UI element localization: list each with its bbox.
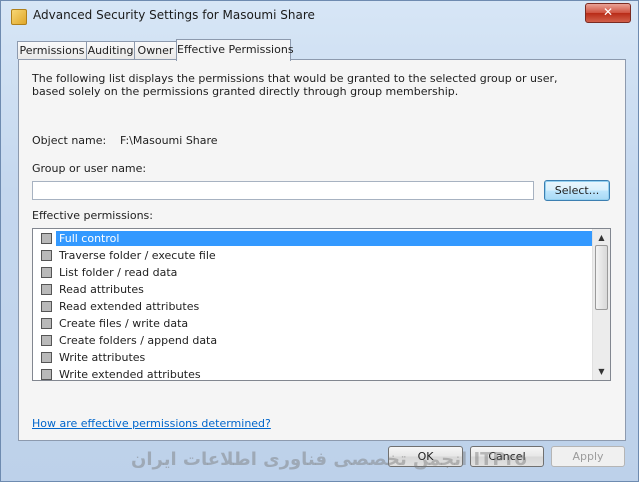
tab-owner[interactable]: Owner: [134, 41, 177, 59]
effective-permissions-list[interactable]: Full control Traverse folder / execute f…: [32, 228, 611, 381]
group-or-user-field[interactable]: [32, 181, 534, 200]
permission-checkbox[interactable]: [41, 250, 52, 261]
permission-label: Write attributes: [59, 351, 146, 364]
permission-label: Write extended attributes: [59, 368, 201, 381]
vertical-scrollbar[interactable]: ▲ ▼: [592, 229, 610, 380]
description-text: The following list displays the permissi…: [32, 72, 558, 98]
watermark-text: انجمن تخصصی فناوری اطلاعات ایران ITPro: [131, 449, 527, 470]
scroll-thumb[interactable]: [595, 245, 608, 310]
permission-checkbox[interactable]: [41, 335, 52, 346]
permission-checkbox[interactable]: [41, 352, 52, 363]
list-item-create-files[interactable]: Create files / write data: [39, 315, 591, 332]
select-button[interactable]: Select...: [544, 180, 610, 201]
list-item-create-folders[interactable]: Create folders / append data: [39, 332, 591, 349]
list-item-read-attributes[interactable]: Read attributes: [39, 281, 591, 298]
permission-checkbox[interactable]: [41, 284, 52, 295]
tab-permissions[interactable]: Permissions: [17, 41, 87, 59]
permission-label: Create files / write data: [59, 317, 189, 330]
close-button[interactable]: ✕: [585, 3, 631, 23]
effective-permissions-label: Effective permissions:: [32, 209, 153, 222]
permission-checkbox[interactable]: [41, 301, 52, 312]
list-item-full-control[interactable]: Full control: [39, 230, 595, 247]
list-item-list-folder[interactable]: List folder / read data: [39, 264, 591, 281]
tab-auditing[interactable]: Auditing: [86, 41, 135, 59]
group-or-user-label: Group or user name:: [32, 162, 147, 175]
permission-checkbox[interactable]: [41, 233, 52, 244]
permission-label: Create folders / append data: [59, 334, 218, 347]
permission-label: Full control: [56, 231, 595, 246]
close-icon: ✕: [602, 5, 614, 19]
effective-permissions-panel: The following list displays the permissi…: [18, 59, 626, 441]
tab-effective-permissions[interactable]: Effective Permissions: [176, 39, 294, 61]
apply-button[interactable]: Apply: [551, 446, 625, 467]
scroll-down-arrow-icon[interactable]: ▼: [593, 363, 610, 380]
permission-checkbox[interactable]: [41, 318, 52, 329]
advanced-security-settings-window: Advanced Security Settings for Masoumi S…: [0, 0, 639, 482]
list-item-read-extended-attributes[interactable]: Read extended attributes: [39, 298, 591, 315]
title-bar: Advanced Security Settings for Masoumi S…: [1, 1, 638, 31]
scroll-up-arrow-icon[interactable]: ▲: [593, 229, 610, 246]
help-link[interactable]: How are effective permissions determined…: [32, 417, 271, 430]
permission-label: Read attributes: [59, 283, 144, 296]
permission-checkbox[interactable]: [41, 369, 52, 380]
object-name-label: Object name:: [32, 134, 107, 147]
list-item-write-attributes[interactable]: Write attributes: [39, 349, 591, 366]
folder-icon: [11, 9, 27, 25]
list-item-write-extended-attributes[interactable]: Write extended attributes: [39, 366, 591, 381]
permission-checkbox[interactable]: [41, 267, 52, 278]
object-name-value: F:\Masoumi Share: [120, 134, 218, 147]
window-title: Advanced Security Settings for Masoumi S…: [33, 8, 315, 22]
permission-label: Read extended attributes: [59, 300, 200, 313]
permission-label: Traverse folder / execute file: [59, 249, 216, 262]
permission-label: List folder / read data: [59, 266, 178, 279]
list-item-traverse-folder[interactable]: Traverse folder / execute file: [39, 247, 591, 264]
